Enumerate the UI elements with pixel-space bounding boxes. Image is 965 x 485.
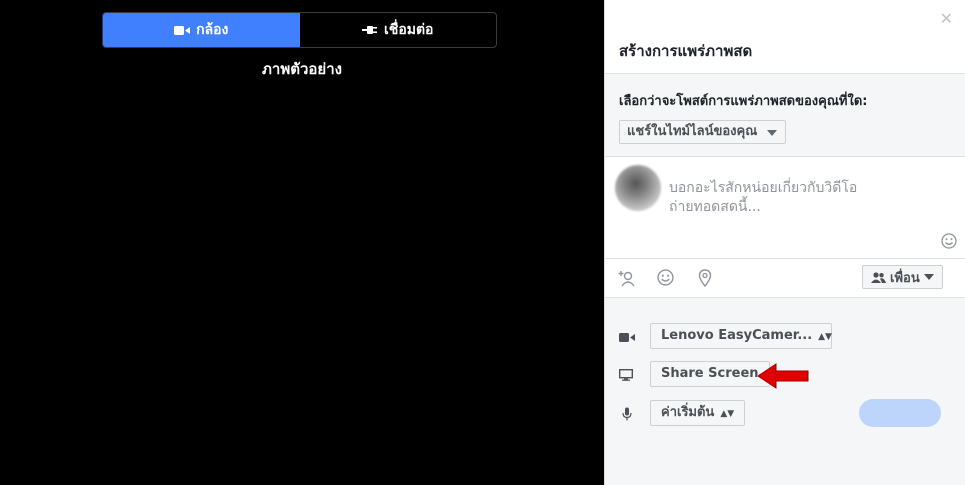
chevron-down-icon [767,130,778,136]
source-mode-toggle: กล้อง เชื่อมต่อ [102,12,497,48]
red-arrow-annotation [758,363,809,389]
mic-source-select[interactable]: ค่าเริ่มต้น ▲▼ [650,400,746,426]
camera-source-select[interactable]: Lenovo EasyCamer... ▲▼ [650,323,832,349]
video-preview-pane: กล้อง เชื่อมต่อ ภาพตัวอย่าง [0,0,604,485]
go-live-button[interactable] [859,399,941,427]
tab-connect[interactable]: เชื่อมต่อ [300,13,497,47]
plug-icon [362,26,378,34]
mic-source-value: ค่าเริ่มต้น [661,405,715,420]
monitor-icon [619,369,633,381]
chevron-down-icon [923,274,934,280]
video-camera-icon [174,25,191,35]
close-icon[interactable]: ✕ [940,9,953,28]
panel-header: ✕ สร้างการแพร่ภาพสด [605,0,965,74]
post-destination-section: เลือกว่าจะโพสต์การแพร่ภาพสดของคุณที่ใด: … [605,74,965,157]
updown-icon: ▲▼ [720,409,735,419]
video-camera-icon [619,333,635,342]
audience-selector[interactable]: เพื่อน [862,265,943,289]
camera-source-value: Lenovo EasyCamer... [661,328,813,343]
post-destination-select[interactable]: แชร์ในไทม์ไลน์ของคุณ [619,120,787,144]
composer-input[interactable]: บอกอะไรสักหน่อยเกี่ยวกับวิดีโอถ่ายทอดสดน… [669,179,899,217]
panel-title: สร้างการแพร่ภาพสด [619,42,753,60]
feeling-icon[interactable] [657,269,674,286]
tab-connect-label: เชื่อมต่อ [384,22,434,38]
avatar [615,165,661,211]
share-screen-button[interactable]: Share Screen [650,361,770,387]
post-actions-row: เพื่อน [605,259,965,298]
preview-label: ภาพตัวอย่าง [262,60,342,78]
post-destination-label: เลือกว่าจะโพสต์การแพร่ภาพสดของคุณที่ใด: [619,94,868,109]
microphone-icon [622,407,632,421]
tab-camera[interactable]: กล้อง [103,13,300,47]
location-pin-icon[interactable] [698,269,712,287]
post-composer: บอกอะไรสักหน่อยเกี่ยวกับวิดีโอถ่ายทอดสดน… [605,157,965,259]
updown-icon: ▲▼ [818,332,832,342]
audience-label: เพื่อน [890,270,920,286]
post-destination-value: แชร์ในไทม์ไลน์ของคุณ [627,124,758,139]
tab-camera-label: กล้อง [196,22,229,38]
friends-icon [871,271,886,283]
create-live-panel: ✕ สร้างการแพร่ภาพสด เลือกว่าจะโพสต์การแพ… [604,0,965,485]
tag-friends-icon[interactable] [618,269,636,287]
emoji-icon[interactable] [941,233,957,249]
